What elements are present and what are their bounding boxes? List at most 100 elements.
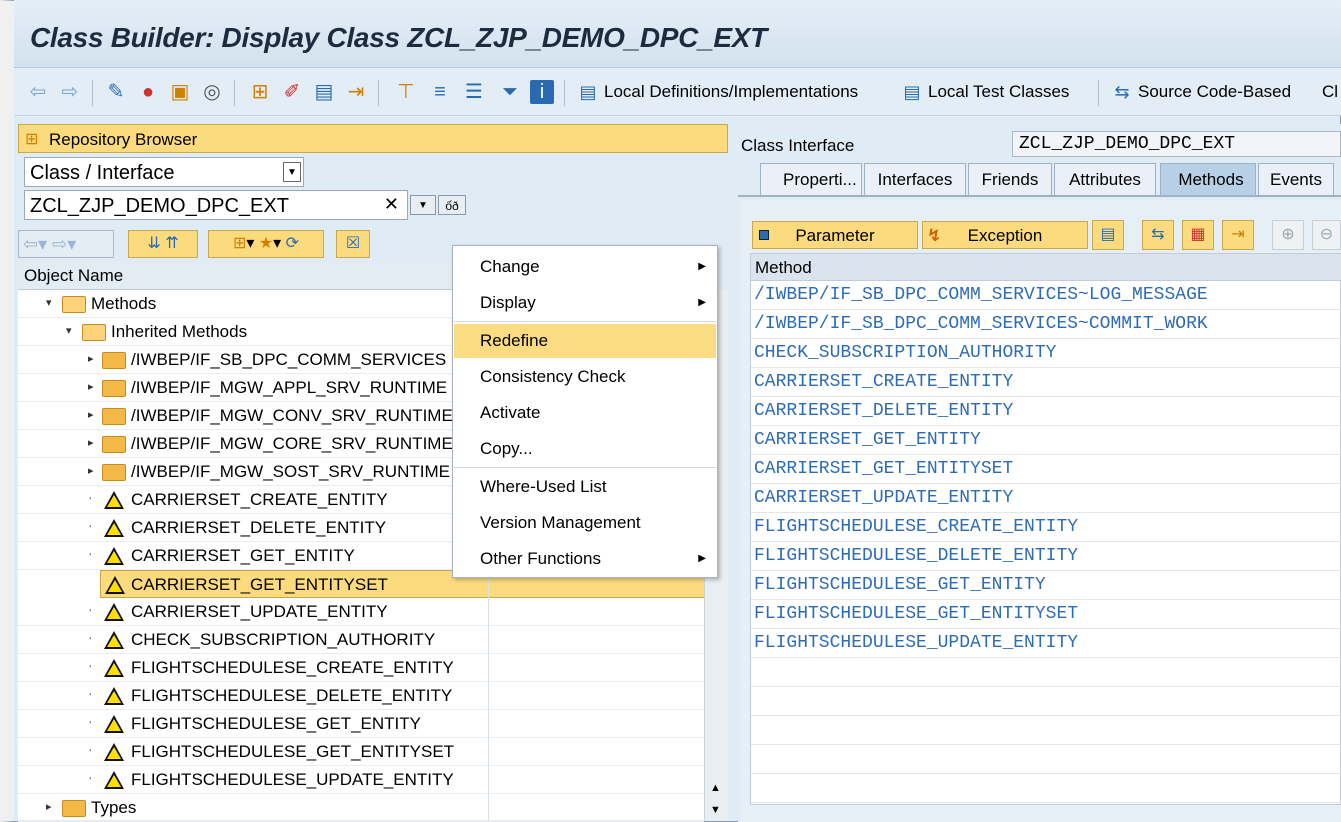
menu-item-change[interactable]: Change ▶ bbox=[454, 250, 716, 284]
scroll-down-icon[interactable]: ▼ bbox=[710, 804, 721, 816]
tree-item[interactable]: · FLIGHTSCHEDULESE_UPDATE_ENTITY bbox=[18, 766, 704, 794]
menu-item-redefine[interactable]: Redefine bbox=[454, 324, 716, 358]
tree-item[interactable]: · FLIGHTSCHEDULESE_GET_ENTITYSET bbox=[18, 738, 704, 766]
tab-methods[interactable]: Methods bbox=[1160, 163, 1256, 195]
local-test-classes-button[interactable]: ▤ Local Test Classes bbox=[900, 78, 1069, 106]
export-icon[interactable]: ⇥ bbox=[344, 80, 368, 104]
nav-arrows: ⇦▾ ⇨▾ bbox=[18, 230, 114, 258]
exception-button[interactable]: ↯ Exception bbox=[922, 221, 1088, 249]
tab-attributes[interactable]: Attributes bbox=[1054, 163, 1156, 195]
menu-item-consistency-check[interactable]: Consistency Check bbox=[454, 360, 716, 394]
overflow-button[interactable]: Cl bbox=[1322, 78, 1338, 106]
table-row[interactable]: CHECK_SUBSCRIPTION_AUTHORITY bbox=[751, 339, 1341, 368]
table-row[interactable]: FLIGHTSCHEDULESE_GET_ENTITYSET bbox=[751, 600, 1341, 629]
tab-properties[interactable]: Properti... bbox=[760, 163, 862, 195]
table-row[interactable]: CARRIERSET_UPDATE_ENTITY bbox=[751, 484, 1341, 513]
tree-item-label: CHECK_SUBSCRIPTION_AUTHORITY bbox=[131, 630, 436, 649]
detail-view-icon[interactable]: ▦ bbox=[1182, 220, 1214, 250]
forward-arrow-icon[interactable]: ⇨ bbox=[58, 80, 82, 104]
table-row[interactable]: CARRIERSET_DELETE_ENTITY bbox=[751, 397, 1341, 426]
other-object-icon[interactable]: ▣ bbox=[168, 80, 192, 104]
table-row[interactable]: FLIGHTSCHEDULESE_GET_ENTITY bbox=[751, 571, 1341, 600]
back-to-list-icon[interactable]: ⇆ bbox=[1142, 220, 1174, 250]
table-row[interactable]: CARRIERSET_GET_ENTITYSET bbox=[751, 455, 1341, 484]
source-code-icon: ⇆ bbox=[1114, 82, 1130, 102]
chevron-down-icon[interactable]: ▼ bbox=[283, 162, 301, 182]
parameter-label: Parameter bbox=[795, 226, 875, 245]
table-row[interactable]: /IWBEP/IF_SB_DPC_COMM_SERVICES~COMMIT_WO… bbox=[751, 310, 1341, 339]
warning-icon bbox=[104, 687, 124, 705]
menu-item-activate[interactable]: Activate bbox=[454, 396, 716, 430]
tree-icon[interactable]: ⊤ bbox=[394, 80, 418, 104]
source-code-based-button[interactable]: ⇆ Source Code-Based bbox=[1110, 78, 1291, 106]
expand-collapse-buttons[interactable]: ⇊ ⇈ bbox=[128, 230, 198, 258]
menu-item-where-used[interactable]: Where-Used List bbox=[454, 470, 716, 504]
table-row[interactable]: CARRIERSET_CREATE_ENTITY bbox=[751, 368, 1341, 397]
hierarchy-icon[interactable]: ⊞ bbox=[248, 80, 272, 104]
chevron-down-icon[interactable]: ▾ bbox=[46, 296, 52, 309]
wizard-icon[interactable]: ✐ bbox=[280, 80, 304, 104]
local-definitions-button[interactable]: ▤ Local Definitions/Implementations bbox=[576, 78, 858, 106]
object-type-select[interactable]: Class / Interface ▼ bbox=[24, 157, 304, 187]
dropdown-icon[interactable]: ▼ bbox=[410, 195, 436, 215]
tree-item[interactable]: · FLIGHTSCHEDULESE_CREATE_ENTITY bbox=[18, 654, 704, 682]
tree-item[interactable]: · FLIGHTSCHEDULESE_DELETE_ENTITY bbox=[18, 682, 704, 710]
table-row[interactable]: FLIGHTSCHEDULESE_CREATE_ENTITY bbox=[751, 513, 1341, 542]
display-change-icon[interactable]: ✎ bbox=[104, 80, 128, 104]
activate-icon[interactable]: ● bbox=[136, 80, 160, 104]
chevron-right-icon: ▶ bbox=[698, 297, 706, 308]
tree-item[interactable]: · CHECK_SUBSCRIPTION_AUTHORITY bbox=[18, 626, 704, 654]
tab-friends[interactable]: Friends bbox=[968, 163, 1052, 195]
chevron-right-icon: ▶ bbox=[698, 261, 706, 272]
folder-open-icon bbox=[62, 296, 86, 313]
chevron-down-icon[interactable]: ▾ bbox=[66, 324, 72, 337]
back-icon[interactable]: ⇦ bbox=[23, 234, 38, 254]
list-icon[interactable]: ☰ bbox=[462, 80, 486, 104]
scroll-up-icon[interactable]: ▲ bbox=[710, 782, 721, 794]
clear-icon[interactable]: ✕ bbox=[384, 194, 399, 215]
table-row[interactable]: FLIGHTSCHEDULESE_DELETE_ENTITY bbox=[751, 542, 1341, 571]
align-icon[interactable]: ≡ bbox=[428, 80, 452, 104]
export-icon[interactable]: ⇥ bbox=[1222, 220, 1254, 250]
tab-events[interactable]: Events bbox=[1258, 163, 1334, 195]
local-test-classes-label: Local Test Classes bbox=[928, 82, 1070, 101]
forward-icon[interactable]: ⇨ bbox=[52, 234, 67, 254]
pattern-icon[interactable]: ▤ bbox=[312, 80, 336, 104]
table-row[interactable]: /IWBEP/IF_SB_DPC_COMM_SERVICES~LOG_MESSA… bbox=[751, 281, 1341, 310]
chevron-right-icon[interactable]: ▸ bbox=[88, 436, 94, 449]
class-interface-label: Class Interface bbox=[741, 136, 855, 155]
warning-icon bbox=[104, 491, 124, 509]
table-row[interactable]: CARRIERSET_GET_ENTITY bbox=[751, 426, 1341, 455]
table-row[interactable]: FLIGHTSCHEDULESE_UPDATE_ENTITY bbox=[751, 629, 1341, 658]
source-code-button[interactable]: ▤ bbox=[1092, 220, 1124, 250]
chevron-right-icon[interactable]: ▸ bbox=[88, 380, 94, 393]
add-row-icon: ⊕ bbox=[1272, 220, 1304, 250]
parameter-button[interactable]: Parameter bbox=[752, 221, 918, 249]
tree-item-label: CARRIERSET_GET_ENTITYSET bbox=[131, 575, 388, 594]
warning-icon bbox=[104, 659, 124, 677]
tree-item[interactable]: · FLIGHTSCHEDULESE_GET_ENTITY bbox=[18, 710, 704, 738]
local-definitions-label: Local Definitions/Implementations bbox=[604, 82, 859, 101]
folder-icon bbox=[102, 464, 126, 481]
chevron-right-icon[interactable]: ▸ bbox=[88, 464, 94, 477]
filter-icon[interactable]: ⏷ bbox=[498, 80, 522, 104]
menu-item-version-management[interactable]: Version Management bbox=[454, 506, 716, 540]
chevron-right-icon[interactable]: ▸ bbox=[88, 352, 94, 365]
info-icon[interactable]: i bbox=[530, 80, 554, 104]
display-glasses-icon[interactable]: ốð bbox=[438, 195, 466, 215]
tree-item[interactable]: · CARRIERSET_UPDATE_ENTITY bbox=[18, 598, 704, 626]
folder-icon bbox=[62, 800, 86, 817]
tree-node-types[interactable]: ▸ Types bbox=[18, 794, 704, 822]
menu-item-copy[interactable]: Copy... bbox=[454, 432, 716, 466]
object-name-input[interactable]: ZCL_ZJP_DEMO_DPC_EXT ✕ bbox=[24, 190, 408, 220]
back-arrow-icon[interactable]: ⇦ bbox=[26, 80, 50, 104]
menu-item-other-functions[interactable]: Other Functions ▶ bbox=[454, 542, 716, 576]
tab-interfaces[interactable]: Interfaces bbox=[864, 163, 966, 195]
tree-tools[interactable]: ⊞▾ ★▾ ⟳ bbox=[208, 230, 324, 258]
chevron-right-icon[interactable]: ▸ bbox=[88, 408, 94, 421]
chevron-right-icon[interactable]: ▸ bbox=[46, 800, 52, 813]
menu-item-display[interactable]: Display ▶ bbox=[454, 286, 716, 320]
class-interface-field: ZCL_ZJP_DEMO_DPC_EXT bbox=[1012, 131, 1341, 157]
close-browser-button[interactable]: ☒ bbox=[336, 230, 370, 258]
where-used-icon[interactable]: ◎ bbox=[200, 80, 224, 104]
